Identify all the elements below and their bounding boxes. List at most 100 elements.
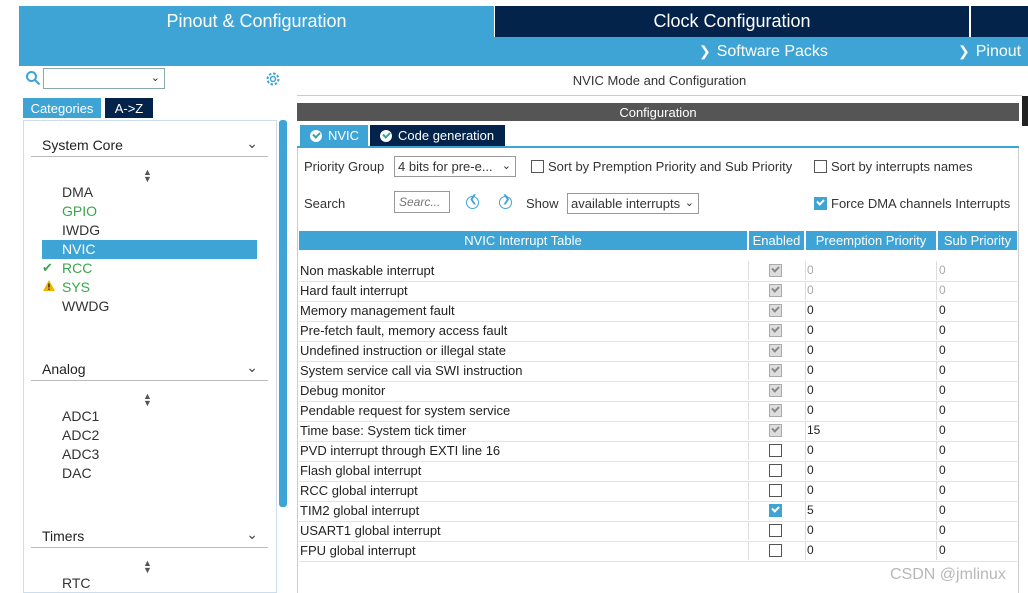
tree-item-wwdg[interactable]: WWDG	[42, 297, 257, 316]
tree-item-gpio[interactable]: GPIO	[42, 202, 257, 221]
enabled-checkbox[interactable]	[769, 444, 782, 457]
col-header-preemption[interactable]: Preemption Priority	[806, 231, 936, 250]
enabled-checkbox[interactable]	[769, 464, 782, 477]
sub-priority-value[interactable]: 0	[939, 503, 946, 517]
table-row[interactable]: Pendable request for system service 0 0	[299, 401, 1017, 422]
sub-priority-value[interactable]: 0	[939, 343, 946, 357]
tab-nvic[interactable]: NVIC	[300, 125, 368, 146]
tree-item-dma[interactable]: DMA	[42, 183, 257, 202]
tab-nvic-label: NVIC	[328, 128, 360, 143]
preemption-value[interactable]: 0	[807, 463, 814, 477]
preemption-value[interactable]: 0	[807, 443, 814, 457]
preemption-value[interactable]: 0	[807, 383, 814, 397]
table-row[interactable]: Flash global interrupt 0 0	[299, 461, 1017, 482]
preemption-value[interactable]: 0	[807, 303, 814, 317]
tree-item-rcc[interactable]: ✔ RCC	[42, 259, 257, 278]
sub-priority-value[interactable]: 0	[939, 323, 946, 337]
sub-priority-value[interactable]: 0	[939, 383, 946, 397]
enabled-checkbox[interactable]	[769, 544, 782, 557]
enabled-cell	[748, 501, 806, 520]
search-label: Search	[304, 196, 346, 211]
search-prev-icon[interactable]: ❮	[466, 194, 479, 209]
categories-button[interactable]: Categories	[23, 98, 101, 118]
pinout-menu[interactable]: ❯ Pinout	[958, 37, 1021, 66]
table-row[interactable]: PVD interrupt through EXTI line 16 0 0	[299, 441, 1017, 462]
preemption-value: 0	[807, 263, 814, 277]
preemption-value[interactable]: 5	[807, 503, 814, 517]
sub-priority-value[interactable]: 0	[939, 443, 946, 457]
software-packs-menu[interactable]: ❯ Software Packs	[699, 37, 828, 66]
table-row[interactable]: Pre-fetch fault, memory access fault 0 0	[299, 321, 1017, 342]
search-combo[interactable]: ⌄	[43, 68, 165, 89]
table-row[interactable]: Undefined instruction or illegal state 0 0	[299, 341, 1017, 362]
right-scrollbar[interactable]	[1022, 96, 1028, 126]
preemption-value[interactable]: 0	[807, 343, 814, 357]
preemption-value[interactable]: 0	[807, 363, 814, 377]
tab-extra[interactable]	[970, 6, 1028, 37]
watermark: CSDN @jmlinux	[890, 566, 1006, 583]
search-input[interactable]	[394, 191, 450, 213]
az-button[interactable]: A->Z	[105, 98, 153, 118]
tree-item-dac[interactable]: DAC	[42, 464, 257, 483]
preemption-value[interactable]: 0	[807, 403, 814, 417]
preemption-value[interactable]: 15	[807, 423, 820, 437]
sort-icon[interactable]: ▲ ▼	[143, 168, 152, 184]
enabled-checkbox[interactable]	[769, 504, 782, 517]
table-row[interactable]: Non maskable interrupt 0 0	[299, 261, 1017, 282]
preemption-value[interactable]: 0	[807, 483, 814, 497]
table-row[interactable]: Debug monitor 0 0	[299, 381, 1017, 402]
tab-pinout-configuration[interactable]: Pinout & Configuration	[19, 6, 494, 37]
sub-priority-value[interactable]: 0	[939, 523, 946, 537]
tree-item-adc3[interactable]: ADC3	[42, 445, 257, 464]
tree-item-adc1[interactable]: ADC1	[42, 407, 257, 426]
table-row[interactable]: RCC global interrupt 0 0	[299, 481, 1017, 502]
tab-clock-label: Clock Configuration	[653, 11, 811, 31]
panel-title-label: NVIC Mode and Configuration	[572, 73, 747, 88]
preemption-value[interactable]: 0	[807, 323, 814, 337]
enabled-checkbox[interactable]	[769, 524, 782, 537]
sub-priority-value[interactable]: 0	[939, 363, 946, 377]
col-header-enabled[interactable]: Enabled	[749, 231, 804, 250]
table-row[interactable]: Memory management fault 0 0	[299, 301, 1017, 322]
sort-icon[interactable]: ▲ ▼	[143, 559, 152, 575]
tree-item-iwdg[interactable]: IWDG	[42, 221, 257, 240]
search-next-icon[interactable]: ❯	[499, 194, 512, 209]
tree-item-sys[interactable]: SYS	[42, 278, 257, 297]
tab-code-generation[interactable]: Code generation	[370, 125, 505, 146]
section-timers[interactable]: Timers ⌄	[31, 525, 268, 548]
sub-priority-value[interactable]: 0	[939, 483, 946, 497]
table-row[interactable]: Time base: System tick timer 15 0	[299, 421, 1017, 442]
tree-item-nvic[interactable]: NVIC	[42, 240, 257, 259]
table-row[interactable]: FPU global interrupt 0 0	[299, 541, 1017, 562]
left-scrollbar[interactable]	[279, 120, 287, 507]
sort-premption-checkbox[interactable]	[531, 160, 544, 173]
table-row[interactable]: USART1 global interrupt 0 0	[299, 521, 1017, 542]
section-system-core[interactable]: System Core ⌄	[31, 134, 268, 157]
table-row[interactable]: System service call via SWI instruction 0…	[299, 361, 1017, 382]
search-icon[interactable]	[25, 70, 41, 86]
col-header-sub-priority[interactable]: Sub Priority	[938, 231, 1017, 250]
sub-priority-value[interactable]: 0	[939, 303, 946, 317]
sub-priority-value[interactable]: 0	[939, 403, 946, 417]
show-select[interactable]: available interrupts ⌄	[567, 193, 699, 214]
preemption-value[interactable]: 0	[807, 543, 814, 557]
tab-clock-configuration[interactable]: Clock Configuration	[495, 6, 969, 37]
sort-icon[interactable]: ▲ ▼	[143, 392, 152, 408]
table-row[interactable]: Hard fault interrupt 0 0	[299, 281, 1017, 302]
enabled-checkbox[interactable]	[769, 484, 782, 497]
sub-priority-value[interactable]: 0	[939, 543, 946, 557]
col-header-interrupt[interactable]: NVIC Interrupt Table	[299, 231, 747, 250]
tree-item-rtc[interactable]: RTC	[42, 574, 257, 593]
gear-icon[interactable]	[264, 70, 282, 88]
tree-item-adc2[interactable]: ADC2	[42, 426, 257, 445]
priority-group-select[interactable]: 4 bits for pre-e... ⌄	[394, 156, 516, 177]
enabled-cell	[748, 321, 806, 340]
section-analog[interactable]: Analog ⌄	[31, 358, 268, 381]
enabled-cell	[748, 281, 806, 300]
force-dma-checkbox[interactable]	[814, 197, 827, 210]
sub-priority-value[interactable]: 0	[939, 463, 946, 477]
sub-priority-value[interactable]: 0	[939, 423, 946, 437]
table-row[interactable]: TIM2 global interrupt 5 0	[299, 501, 1017, 522]
sort-names-checkbox[interactable]	[814, 160, 827, 173]
preemption-value[interactable]: 0	[807, 523, 814, 537]
